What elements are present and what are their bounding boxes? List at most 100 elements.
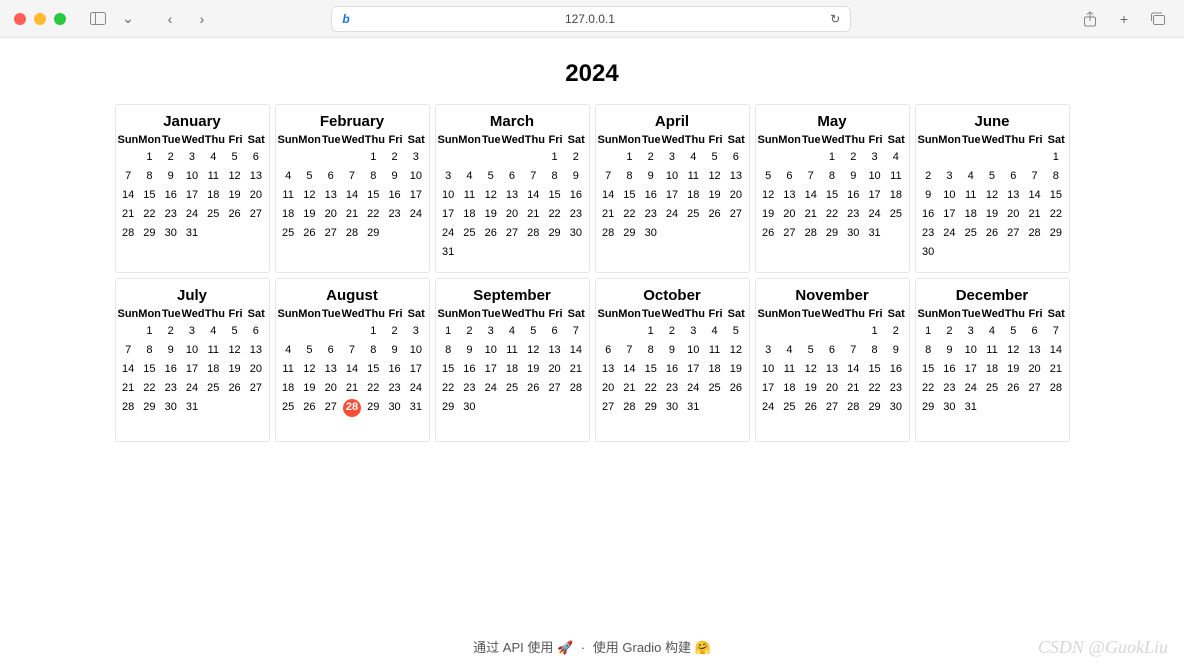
calendar-day[interactable]: 23 bbox=[384, 205, 405, 224]
calendar-day[interactable]: 15 bbox=[640, 360, 661, 379]
sidebar-toggle-button[interactable] bbox=[86, 7, 110, 31]
calendar-day[interactable]: 14 bbox=[118, 186, 139, 205]
calendar-day[interactable]: 15 bbox=[619, 186, 640, 205]
calendar-day[interactable]: 26 bbox=[480, 224, 501, 243]
calendar-day[interactable]: 23 bbox=[939, 379, 960, 398]
calendar-day[interactable]: 31 bbox=[864, 224, 885, 243]
calendar-day[interactable]: 16 bbox=[885, 360, 906, 379]
calendar-day[interactable]: 19 bbox=[758, 205, 779, 224]
calendar-day[interactable]: 27 bbox=[779, 224, 800, 243]
calendar-day[interactable]: 8 bbox=[438, 341, 459, 360]
calendar-day[interactable]: 27 bbox=[245, 205, 266, 224]
calendar-day[interactable]: 17 bbox=[683, 360, 704, 379]
calendar-day[interactable]: 25 bbox=[885, 205, 906, 224]
calendar-day[interactable]: 24 bbox=[405, 205, 426, 224]
calendar-day[interactable]: 17 bbox=[181, 186, 202, 205]
minimize-window-button[interactable] bbox=[34, 13, 46, 25]
calendar-day[interactable]: 29 bbox=[363, 398, 384, 417]
calendar-day[interactable]: 30 bbox=[843, 224, 864, 243]
calendar-day[interactable]: 30 bbox=[640, 224, 661, 243]
calendar-day[interactable]: 6 bbox=[725, 148, 746, 167]
calendar-day[interactable]: 12 bbox=[704, 167, 725, 186]
calendar-day[interactable]: 5 bbox=[1003, 322, 1024, 341]
calendar-day[interactable]: 9 bbox=[843, 167, 864, 186]
calendar-day[interactable]: 25 bbox=[704, 379, 725, 398]
calendar-day[interactable]: 18 bbox=[203, 186, 224, 205]
calendar-day[interactable]: 5 bbox=[523, 322, 544, 341]
calendar-day[interactable]: 29 bbox=[918, 398, 939, 417]
calendar-day[interactable]: 23 bbox=[640, 205, 661, 224]
calendar-day[interactable]: 14 bbox=[800, 186, 821, 205]
calendar-day[interactable]: 27 bbox=[1003, 224, 1024, 243]
calendar-day[interactable]: 12 bbox=[758, 186, 779, 205]
calendar-day[interactable]: 7 bbox=[843, 341, 864, 360]
calendar-day[interactable]: 23 bbox=[661, 379, 682, 398]
calendar-day[interactable]: 12 bbox=[981, 186, 1002, 205]
calendar-day[interactable]: 10 bbox=[939, 186, 960, 205]
calendar-day[interactable]: 15 bbox=[918, 360, 939, 379]
calendar-day[interactable]: 18 bbox=[203, 360, 224, 379]
calendar-day[interactable]: 8 bbox=[619, 167, 640, 186]
calendar-day[interactable]: 8 bbox=[864, 341, 885, 360]
calendar-day[interactable]: 28 bbox=[523, 224, 544, 243]
calendar-day[interactable]: 15 bbox=[363, 360, 384, 379]
calendar-day[interactable]: 4 bbox=[704, 322, 725, 341]
calendar-day[interactable]: 18 bbox=[459, 205, 480, 224]
calendar-day[interactable]: 12 bbox=[299, 186, 320, 205]
calendar-day[interactable]: 7 bbox=[118, 167, 139, 186]
calendar-day[interactable]: 7 bbox=[523, 167, 544, 186]
calendar-day[interactable]: 18 bbox=[278, 205, 299, 224]
calendar-day[interactable]: 21 bbox=[843, 379, 864, 398]
calendar-day[interactable]: 8 bbox=[821, 167, 842, 186]
calendar-day[interactable]: 31 bbox=[405, 398, 426, 417]
calendar-day[interactable]: 11 bbox=[203, 341, 224, 360]
calendar-day[interactable]: 12 bbox=[725, 341, 746, 360]
calendar-day[interactable]: 10 bbox=[405, 341, 426, 360]
calendar-day[interactable]: 25 bbox=[278, 398, 299, 417]
tabs-overview-button[interactable] bbox=[1146, 7, 1170, 31]
calendar-day[interactable]: 6 bbox=[1024, 322, 1045, 341]
calendar-day[interactable]: 5 bbox=[704, 148, 725, 167]
calendar-day[interactable]: 19 bbox=[299, 379, 320, 398]
calendar-day[interactable]: 13 bbox=[245, 167, 266, 186]
calendar-day[interactable]: 5 bbox=[224, 148, 245, 167]
calendar-day[interactable]: 20 bbox=[320, 205, 341, 224]
calendar-day[interactable]: 28 bbox=[843, 398, 864, 417]
calendar-day[interactable]: 3 bbox=[405, 148, 426, 167]
calendar-day[interactable]: 20 bbox=[501, 205, 522, 224]
calendar-day[interactable]: 13 bbox=[320, 186, 341, 205]
calendar-day[interactable]: 28 bbox=[118, 398, 139, 417]
calendar-day[interactable]: 8 bbox=[363, 167, 384, 186]
calendar-day[interactable]: 14 bbox=[598, 186, 619, 205]
calendar-day[interactable]: 20 bbox=[544, 360, 565, 379]
calendar-day[interactable]: 11 bbox=[981, 341, 1002, 360]
calendar-day[interactable]: 7 bbox=[341, 341, 362, 360]
calendar-day[interactable]: 16 bbox=[384, 360, 405, 379]
calendar-day[interactable]: 29 bbox=[363, 224, 384, 243]
calendar-day[interactable]: 10 bbox=[758, 360, 779, 379]
calendar-day[interactable]: 23 bbox=[459, 379, 480, 398]
calendar-day[interactable]: 30 bbox=[885, 398, 906, 417]
calendar-day[interactable]: 16 bbox=[939, 360, 960, 379]
calendar-day[interactable]: 6 bbox=[320, 341, 341, 360]
calendar-day[interactable]: 19 bbox=[480, 205, 501, 224]
calendar-day[interactable]: 6 bbox=[245, 322, 266, 341]
calendar-day[interactable]: 25 bbox=[981, 379, 1002, 398]
calendar-day[interactable]: 6 bbox=[821, 341, 842, 360]
calendar-day[interactable]: 20 bbox=[779, 205, 800, 224]
calendar-day[interactable]: 21 bbox=[800, 205, 821, 224]
calendar-day[interactable]: 24 bbox=[181, 379, 202, 398]
calendar-day[interactable]: 26 bbox=[704, 205, 725, 224]
calendar-day[interactable]: 29 bbox=[1045, 224, 1066, 243]
calendar-day[interactable]: 16 bbox=[565, 186, 586, 205]
calendar-day[interactable]: 17 bbox=[480, 360, 501, 379]
calendar-day[interactable]: 18 bbox=[981, 360, 1002, 379]
forward-button[interactable]: › bbox=[190, 7, 214, 31]
calendar-day[interactable]: 9 bbox=[160, 341, 181, 360]
calendar-day[interactable]: 4 bbox=[981, 322, 1002, 341]
calendar-day[interactable]: 28 bbox=[341, 224, 362, 243]
calendar-day[interactable]: 13 bbox=[320, 360, 341, 379]
calendar-day[interactable]: 23 bbox=[565, 205, 586, 224]
calendar-day[interactable]: 26 bbox=[800, 398, 821, 417]
calendar-day[interactable]: 2 bbox=[885, 322, 906, 341]
